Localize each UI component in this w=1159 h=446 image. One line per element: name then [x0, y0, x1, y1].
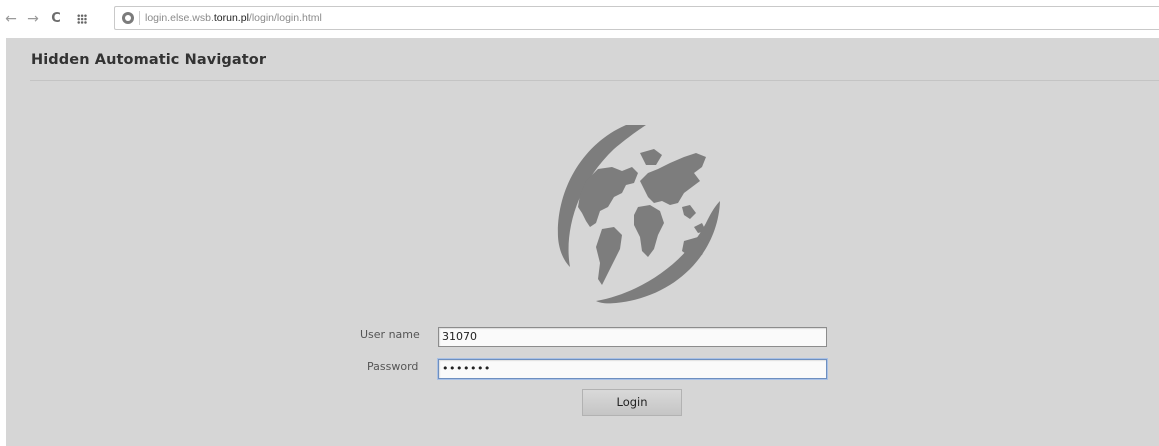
password-label: Password [367, 360, 419, 373]
forward-arrow-icon[interactable]: → [25, 11, 41, 27]
login-button[interactable]: Login [582, 389, 682, 416]
username-input[interactable]: 31070 [438, 327, 827, 347]
password-input[interactable]: ••••••• [438, 359, 827, 379]
back-arrow-icon[interactable]: ← [3, 11, 19, 27]
url-prefix: login.else.wsb. [145, 12, 214, 24]
address-text[interactable]: login.else.wsb.torun.pl/login/login.html [145, 10, 322, 26]
address-bar[interactable]: login.else.wsb.torun.pl/login/login.html [114, 6, 1159, 30]
page-info-icon[interactable] [122, 12, 134, 24]
url-path: /login/login.html [248, 12, 322, 24]
globe-logo-icon [557, 125, 720, 304]
app-title: Hidden Automatic Navigator [31, 52, 267, 68]
username-label: User name [360, 328, 420, 341]
title-divider [30, 80, 1159, 81]
login-page: Hidden Automatic Navigator User name 310… [6, 38, 1159, 446]
address-divider [139, 11, 140, 25]
browser-toolbar: ← → C login.else.wsb.torun.pl/login/logi… [0, 0, 1159, 38]
url-host: torun.pl [213, 12, 249, 24]
reload-icon[interactable]: C [48, 11, 64, 27]
apps-grid-icon[interactable] [74, 11, 90, 27]
